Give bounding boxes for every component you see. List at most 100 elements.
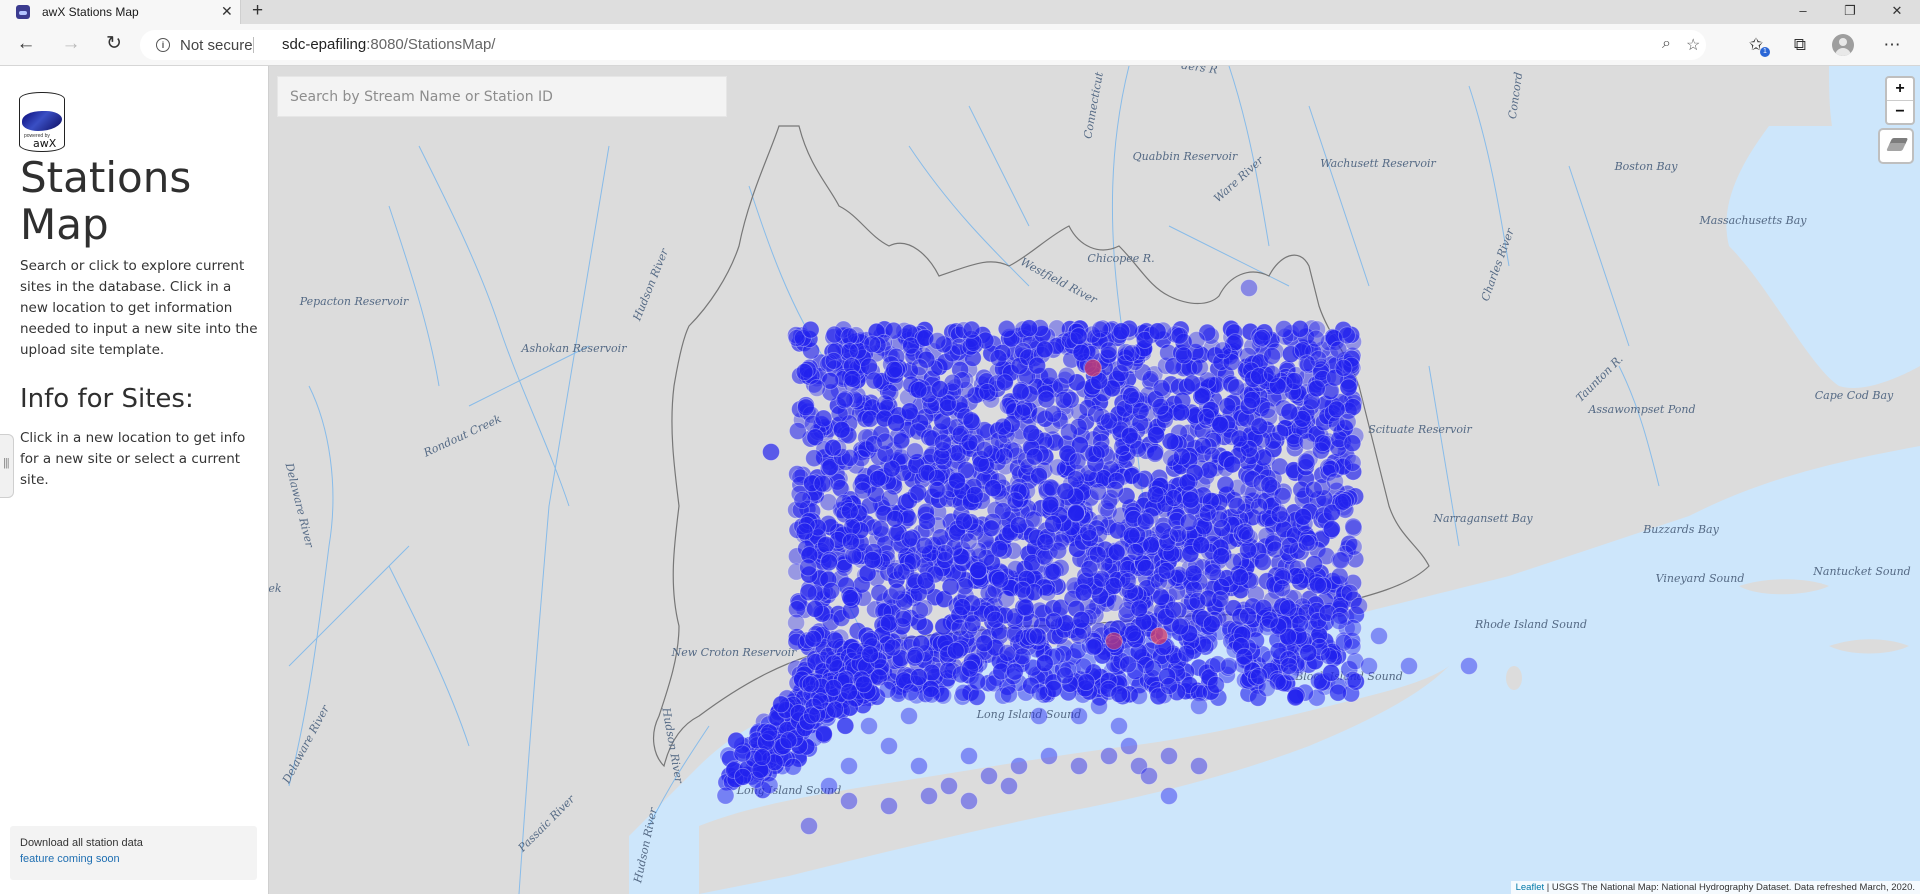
station-marker[interactable]: [1320, 647, 1338, 665]
station-marker[interactable]: [1147, 426, 1165, 444]
station-marker[interactable]: [990, 539, 1009, 558]
station-marker[interactable]: [1177, 644, 1196, 663]
station-marker[interactable]: [879, 613, 898, 632]
station-marker[interactable]: [1036, 533, 1055, 552]
station-marker[interactable]: [1006, 491, 1025, 510]
station-marker[interactable]: [960, 747, 978, 765]
station-marker[interactable]: [1148, 322, 1167, 341]
station-marker[interactable]: [832, 420, 851, 439]
station-marker[interactable]: [1344, 398, 1362, 416]
station-marker[interactable]: [825, 654, 843, 673]
station-marker[interactable]: [1191, 358, 1209, 377]
station-marker[interactable]: [1360, 657, 1378, 675]
station-marker[interactable]: [960, 792, 978, 810]
station-marker[interactable]: [1005, 662, 1024, 681]
station-marker[interactable]: [814, 409, 833, 428]
station-marker[interactable]: [760, 776, 779, 794]
station-marker[interactable]: [1243, 390, 1261, 409]
station-marker[interactable]: [1291, 319, 1309, 338]
station-marker[interactable]: [960, 433, 979, 452]
station-marker[interactable]: [733, 767, 752, 786]
station-marker[interactable]: [1188, 591, 1207, 610]
station-marker[interactable]: [1171, 617, 1189, 636]
station-marker[interactable]: [1370, 627, 1388, 645]
station-marker[interactable]: [1142, 536, 1160, 555]
station-marker[interactable]: [910, 358, 929, 377]
station-marker[interactable]: [1154, 521, 1173, 540]
station-marker[interactable]: [909, 483, 928, 502]
station-marker[interactable]: [980, 767, 998, 785]
station-marker[interactable]: [1126, 543, 1145, 561]
station-marker[interactable]: [1253, 328, 1272, 347]
station-marker[interactable]: [863, 335, 882, 354]
station-marker[interactable]: [1122, 526, 1141, 545]
station-marker[interactable]: [982, 519, 1001, 538]
station-marker[interactable]: [824, 679, 843, 697]
station-marker[interactable]: [842, 532, 860, 551]
station-marker[interactable]: [733, 744, 752, 763]
leaflet-link[interactable]: Leaflet: [1516, 882, 1545, 893]
station-marker[interactable]: [1120, 737, 1138, 755]
station-marker[interactable]: [871, 519, 890, 538]
station-marker[interactable]: [1280, 657, 1298, 675]
layers-icon[interactable]: [1878, 128, 1914, 164]
station-marker[interactable]: [997, 319, 1016, 338]
station-marker[interactable]: [1130, 687, 1148, 705]
station-marker[interactable]: [887, 413, 905, 432]
station-marker[interactable]: [868, 469, 887, 488]
station-marker[interactable]: [963, 614, 982, 633]
station-marker[interactable]: [1294, 507, 1312, 526]
station-marker[interactable]: [955, 512, 973, 531]
station-marker[interactable]: [886, 509, 904, 528]
station-marker[interactable]: [1263, 347, 1281, 365]
station-marker[interactable]: [1174, 346, 1193, 365]
address-bar[interactable]: i Not secure sdc-epafiling:8080/Stations…: [140, 30, 1706, 60]
station-marker[interactable]: [1105, 593, 1124, 612]
station-marker[interactable]: [911, 601, 929, 620]
station-marker[interactable]: [1164, 489, 1183, 507]
station-marker[interactable]: [1140, 767, 1158, 785]
station-marker[interactable]: [819, 493, 838, 512]
station-marker[interactable]: [1016, 598, 1035, 617]
station-marker[interactable]: [1239, 541, 1257, 559]
station-marker[interactable]: [1089, 482, 1107, 501]
station-marker[interactable]: [1213, 341, 1232, 360]
station-marker[interactable]: [1000, 777, 1018, 795]
station-marker[interactable]: [813, 474, 832, 493]
station-marker[interactable]: [1308, 379, 1326, 398]
station-marker[interactable]: [1136, 512, 1155, 531]
station-marker[interactable]: [1263, 365, 1281, 383]
station-marker[interactable]: [860, 717, 878, 735]
station-marker[interactable]: [1112, 322, 1131, 341]
station-marker[interactable]: [1286, 688, 1305, 707]
station-marker[interactable]: [1146, 485, 1165, 504]
station-marker[interactable]: [962, 411, 981, 430]
station-marker[interactable]: [1192, 536, 1211, 555]
station-marker[interactable]: [1130, 599, 1149, 618]
station-marker[interactable]: [1279, 599, 1297, 617]
station-marker[interactable]: [946, 641, 965, 660]
station-marker[interactable]: [1172, 403, 1191, 422]
station-marker[interactable]: [1184, 564, 1203, 583]
station-marker[interactable]: [928, 480, 947, 499]
station-marker[interactable]: [840, 682, 858, 701]
station-marker[interactable]: [975, 440, 994, 459]
station-marker[interactable]: [826, 700, 844, 719]
station-marker[interactable]: [1074, 583, 1093, 602]
station-marker[interactable]: [1330, 612, 1348, 630]
station-marker[interactable]: [1056, 482, 1075, 501]
station-marker[interactable]: [920, 787, 938, 805]
station-marker[interactable]: [881, 489, 899, 508]
station-marker[interactable]: [959, 532, 978, 551]
station-marker[interactable]: [801, 320, 820, 339]
station-marker[interactable]: [817, 535, 835, 554]
station-marker[interactable]: [1092, 440, 1110, 459]
station-marker[interactable]: [808, 379, 826, 397]
station-marker[interactable]: [934, 433, 952, 452]
station-marker[interactable]: [1332, 551, 1350, 570]
station-marker[interactable]: [986, 610, 1005, 629]
station-marker[interactable]: [922, 685, 941, 704]
station-marker[interactable]: [1077, 673, 1096, 691]
station-marker[interactable]: [900, 707, 918, 725]
forward-arrow-icon[interactable]: →: [59, 34, 83, 56]
